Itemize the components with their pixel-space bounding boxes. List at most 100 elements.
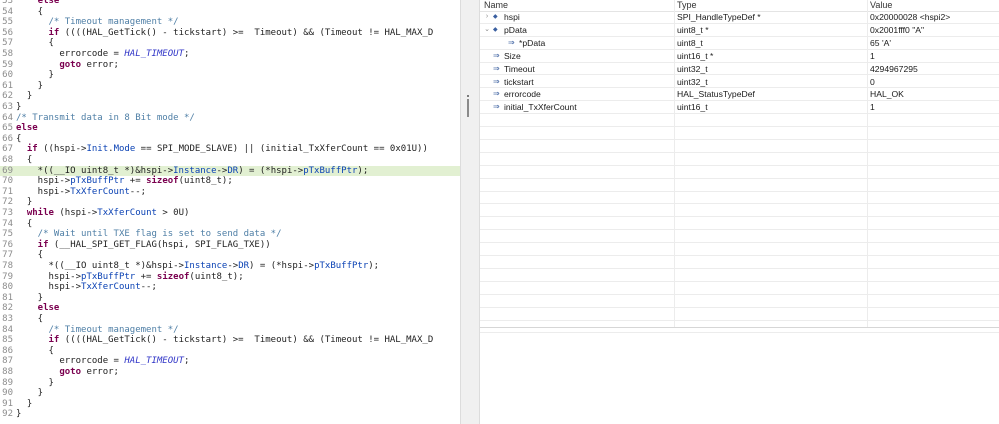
comment: /* Transmit data in 8 Bit mode */ (16, 112, 195, 123)
code-line[interactable]: 71 hspi->TxXferCount--; (0, 187, 460, 198)
code-text: /* Transmit data in 8 Bit mode */ (16, 113, 195, 124)
code-editor[interactable]: 53 else 54 {55 /* Timeout management */56… (0, 0, 460, 424)
variable-value[interactable]: 0 (870, 76, 875, 88)
code-line[interactable]: 60 } (0, 70, 460, 81)
variable-value[interactable]: 0x2001fff0 "A" (870, 24, 924, 36)
code-line[interactable]: 74 { (0, 219, 460, 230)
code-line[interactable]: 78 *((__IO uint8_t *)&hspi->Instance->DR… (0, 261, 460, 272)
code-line[interactable]: 88 goto error; (0, 367, 460, 378)
code-line[interactable]: 70 hspi->pTxBuffPtr += sizeof(uint8_t); (0, 176, 460, 187)
column-header-name[interactable]: Name (484, 0, 508, 11)
line-number: 90 (2, 388, 13, 399)
variable-row[interactable]: ⇒ Size uint16_t * 1 (480, 50, 999, 63)
code-token: errorcode = (16, 356, 125, 367)
code-token: += (124, 176, 147, 187)
code-line[interactable]: 84 /* Timeout management */ (0, 325, 460, 336)
code-line[interactable]: 83 { (0, 314, 460, 325)
empty-row (480, 321, 999, 334)
variable-value[interactable]: 4294967295 (870, 63, 918, 75)
keyword: while (16, 208, 54, 218)
code-token: { (16, 250, 44, 261)
code-line[interactable]: 80 hspi->TxXferCount--; (0, 282, 460, 293)
variable-value[interactable]: 65 'A' (870, 37, 891, 49)
code-line[interactable]: 90 } (0, 388, 460, 399)
column-header-type[interactable]: Type (677, 0, 697, 11)
variable-row[interactable]: ⇒ Timeout uint32_t 4294967295 (480, 63, 999, 76)
code-text: } (16, 293, 43, 304)
code-line[interactable]: 68 { (0, 155, 460, 166)
variable-value[interactable]: 1 (870, 101, 875, 113)
code-line[interactable]: 73 while (hspi->TxXferCount > 0U) (0, 208, 460, 219)
code-line[interactable]: 91 } (0, 399, 460, 410)
empty-row (480, 308, 999, 321)
code-text: } (16, 378, 54, 389)
pointer-variable-icon: ◆ (493, 26, 498, 33)
variable-type: uint16_t * (677, 50, 714, 61)
keyword: if (16, 27, 60, 38)
field-ref: pTxBuffPtr (314, 261, 369, 271)
code-line[interactable]: 79 hspi->pTxBuffPtr += sizeof(uint8_t); (0, 272, 460, 283)
code-line[interactable]: 77 { (0, 250, 460, 261)
variable-value[interactable]: 0x20000028 <hspi2> (870, 11, 950, 23)
code-line[interactable]: 92} (0, 409, 460, 420)
variable-row[interactable]: ⇒ tickstart uint32_t 0 (480, 76, 999, 89)
code-line[interactable]: 61 } (0, 81, 460, 92)
column-header-value[interactable]: Value (870, 0, 892, 11)
code-text: } (16, 70, 54, 81)
code-line[interactable]: 81 } (0, 293, 460, 304)
code-line[interactable]: 72 } (0, 197, 460, 208)
variable-value[interactable]: 1 (870, 50, 875, 62)
code-text: } (16, 399, 32, 410)
code-line[interactable]: 62 } (0, 91, 460, 102)
code-token: --; (140, 282, 157, 293)
variable-value[interactable]: HAL_OK (870, 88, 904, 100)
code-line[interactable]: 58 errorcode = HAL_TIMEOUT; (0, 49, 460, 60)
code-line[interactable]: 64/* Transmit data in 8 Bit mode */ (0, 113, 460, 124)
code-line[interactable]: 57 { (0, 38, 460, 49)
code-token: hspi-> (16, 186, 71, 197)
variable-row[interactable]: ⇒ *pData uint8_t 65 'A' (480, 37, 999, 50)
code-line[interactable]: 85 if ((((HAL_GetTick() - tickstart) >= … (0, 335, 460, 346)
panel-splitter[interactable] (460, 0, 480, 424)
line-number: 83 (2, 314, 13, 324)
code-line[interactable]: 53 else (0, 0, 460, 7)
empty-row (480, 114, 999, 128)
chevron-down-icon[interactable]: ⌄ (483, 24, 491, 36)
code-token: { (16, 155, 33, 165)
splitter-grip-icon[interactable] (467, 95, 473, 117)
code-line[interactable]: 66{ (0, 134, 460, 145)
chevron-right-icon[interactable]: › (483, 11, 491, 23)
empty-row (480, 166, 999, 179)
code-token: } (16, 70, 54, 81)
code-line[interactable]: 67 if ((hspi->Init.Mode == SPI_MODE_SLAV… (0, 144, 460, 155)
code-line[interactable]: 65 else (0, 123, 460, 134)
code-line[interactable]: 55 /* Timeout management */ (0, 17, 460, 28)
field-ref: TxXferCount (81, 282, 141, 293)
variable-row[interactable]: ⇒ errorcode HAL_StatusTypeDef HAL_OK (480, 88, 999, 102)
code-line[interactable]: 82 else (0, 303, 460, 314)
code-token: { (16, 218, 33, 229)
code-line[interactable]: 76 if (__HAL_SPI_GET_FLAG(hspi, SPI_FLAG… (0, 240, 460, 251)
code-line[interactable]: 89 } (0, 378, 460, 389)
empty-row (480, 269, 999, 282)
line-number: 61 (2, 80, 13, 91)
code-line[interactable]: 63} (0, 102, 460, 113)
line-number: 78 (2, 261, 13, 271)
keyword: goto (16, 367, 82, 377)
variable-row[interactable]: ⇒ initial_TxXferCount uint16_t 1 (480, 101, 999, 115)
variable-icon: ⇒ (493, 76, 500, 86)
code-line[interactable]: 54 { (0, 7, 460, 18)
line-number: 80 (2, 282, 13, 293)
code-line[interactable]: 56 if ((((HAL_GetTick() - tickstart) >= … (0, 28, 460, 39)
current-line[interactable]: 69 *((__IO uint8_t *)&hspi->Instance->DR… (0, 165, 460, 177)
code-line[interactable]: 59 goto error; (0, 60, 460, 71)
code-line[interactable]: 87 errorcode = HAL_TIMEOUT; (0, 356, 460, 367)
variable-row[interactable]: › ◆ hspi SPI_HandleTypeDef * 0x20000028 <hsp… (480, 11, 999, 24)
comment: /* Timeout management */ (16, 324, 179, 335)
line-number: 88 (2, 367, 13, 377)
code-text: { (16, 38, 54, 49)
code-text: /* Wait until TXE flag is set to send da… (16, 229, 282, 240)
code-line[interactable]: 75 /* Wait until TXE flag is set to send… (0, 229, 460, 240)
code-line[interactable]: 86 { (0, 346, 460, 357)
variable-row[interactable]: ⌄ ◆ pData uint8_t * 0x2001fff0 "A" (480, 24, 999, 37)
